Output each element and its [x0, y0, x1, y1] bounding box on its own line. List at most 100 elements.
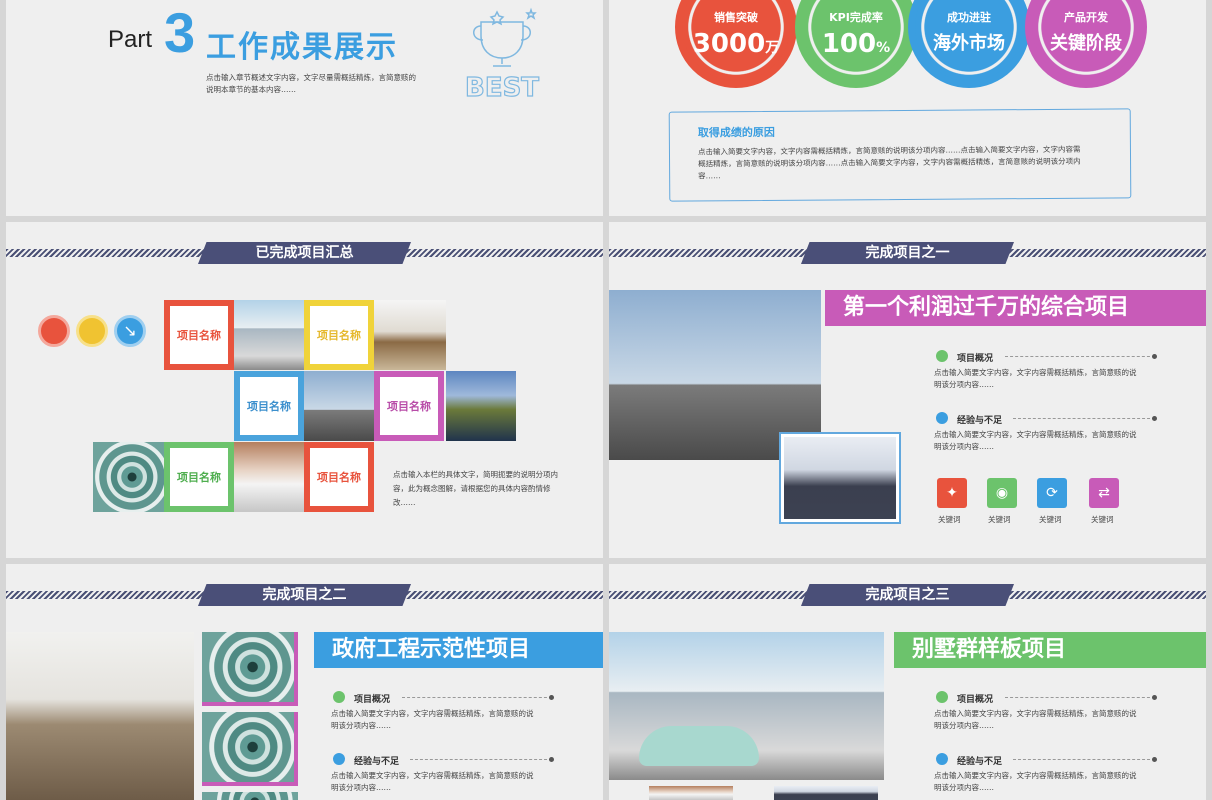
overview-title: 项目概况	[354, 695, 391, 705]
experience-divider	[410, 757, 554, 762]
achievement-circle: 销售突破 3000万	[675, 0, 797, 88]
keyword-label: 关键词	[1091, 515, 1114, 524]
project-headline: 别墅群样板项目	[894, 632, 1206, 668]
achievement-number: 关键阶段	[1050, 33, 1122, 54]
project-box[interactable]: 项目名称	[374, 371, 444, 441]
small-photo	[649, 786, 733, 800]
overview-text: 点击输入简要文字内容，文字内容需概括精炼，言简意赅的说 明该分项内容……	[934, 367, 1137, 391]
medal-icon	[76, 315, 108, 347]
slide-achievements[interactable]: 销售突破 3000万 KPI完成率 100% 成功进驻 海外市场 产品开发 关键阶段 取得成绩…	[609, 0, 1206, 216]
project-photo	[93, 442, 164, 512]
reason-text: 点击输入简要文字内容，文字内容需概括精炼，言简意赅的说明该分项内容……点击输入简…	[698, 144, 1081, 183]
title-banner: 完成项目之一	[609, 242, 1206, 264]
achievement-unit: 万	[765, 40, 780, 56]
experience-text-line: 明该分项内容……	[934, 442, 994, 451]
experience-divider	[1013, 757, 1157, 762]
achievement-value: 3000万	[682, 29, 790, 59]
refresh-icon[interactable]: ⟳	[1037, 478, 1067, 508]
achievement-circle: 产品开发 关键阶段	[1025, 0, 1147, 88]
slide-project-three[interactable]: 完成项目之三 别墅群样板项目 项目概况 点击输入简要文字内容，文字内容需概括精炼…	[609, 564, 1206, 800]
staircase-photo	[202, 712, 298, 786]
title-banner: 已完成项目汇总	[6, 242, 603, 264]
overview-text-line: 明该分项内容……	[331, 721, 391, 730]
reason-box: 取得成绩的原因 点击输入简要文字内容，文字内容需概括精炼，言简意赅的说明该分项内…	[668, 108, 1132, 202]
achievement-value: 100%	[802, 29, 910, 59]
alarm-clock-icon	[38, 315, 70, 347]
section-title: 工作成果展示	[206, 30, 398, 65]
overview-text-line: 明该分项内容……	[934, 380, 994, 389]
twitter-icon[interactable]: ✦	[937, 478, 967, 508]
conference-room-photo	[6, 632, 194, 800]
experience-divider	[1013, 416, 1157, 421]
project-box[interactable]: 项目名称	[304, 442, 374, 512]
overview-divider	[1005, 695, 1157, 700]
experience-text-line: 点击输入简要文字内容，文字内容需概括精炼，言简意赅的说	[934, 771, 1137, 780]
overview-divider	[1005, 354, 1157, 359]
banner-stripe-left	[609, 591, 809, 599]
staircase-photo	[202, 632, 298, 706]
banner-stripe-right	[403, 249, 603, 257]
section-description: 点击输入章节概述文字内容，文字尽量需概括精炼，言简意赅的 说明本章节的基本内容……	[206, 72, 416, 96]
achievement-label: 产品开发	[1064, 11, 1108, 24]
achievement-label: 成功进驻	[947, 11, 991, 24]
overview-divider	[402, 695, 554, 700]
slide-part3-title[interactable]: Part 3 工作成果展示 点击输入章节概述文字内容，文字尽量需概括精炼，言简意…	[6, 0, 603, 216]
project-headline: 第一个利润过千万的综合项目	[825, 290, 1206, 326]
experience-text: 点击输入简要文字内容，文字内容需概括精炼，言简意赅的说 明该分项内容……	[331, 770, 534, 794]
achievement-label: KPI完成率	[829, 11, 883, 24]
project-box[interactable]: 项目名称	[164, 300, 234, 370]
part-number: 3	[164, 1, 196, 64]
overview-text: 点击输入简要文字内容，文字内容需概括精炼，言简意赅的说 明该分项内容……	[331, 708, 534, 732]
summary-description-line: 点击输入本栏的具体文字，简明扼要的说明分项内	[393, 470, 558, 479]
project-photo	[374, 300, 446, 370]
summary-description-line: 容，此为概念图解，请根据您的具体内容酌情修	[393, 484, 551, 493]
summary-description-line: 改……	[393, 498, 416, 507]
achievement-number: 3000	[692, 29, 766, 59]
reason-title: 取得成绩的原因	[697, 125, 775, 140]
achievement-value: 海外市场	[915, 29, 1023, 55]
project-photo	[234, 442, 304, 512]
trophy-best-text: BEST	[465, 73, 539, 99]
experience-title: 经验与不足	[957, 416, 1003, 426]
map-pin-icon[interactable]: ◉	[987, 478, 1017, 508]
experience-text: 点击输入简要文字内容，文字内容需概括精炼，言简意赅的说 明该分项内容……	[934, 429, 1137, 453]
title-banner: 完成项目之二	[6, 584, 603, 606]
banner-stripe-left	[6, 249, 206, 257]
summary-description: 点击输入本栏的具体文字，简明扼要的说明分项内 容，此为概念图解，请根据您的具体内…	[393, 468, 558, 510]
project-box[interactable]: 项目名称	[164, 442, 234, 512]
banner-title: 完成项目之二	[198, 584, 411, 606]
achievement-label: 销售突破	[714, 11, 758, 24]
overview-title: 项目概况	[957, 354, 994, 364]
overview-title: 项目概况	[957, 695, 994, 705]
project-photo	[234, 300, 304, 370]
experience-text-line: 明该分项内容……	[934, 783, 994, 792]
shuffle-icon[interactable]: ⇄	[1089, 478, 1119, 508]
overview-text-line: 点击输入简要文字内容，文字内容需概括精炼，言简意赅的说	[934, 709, 1137, 718]
experience-title: 经验与不足	[354, 757, 400, 767]
overview-text-line: 点击输入简要文字内容，文字内容需概括精炼，言简意赅的说	[934, 368, 1137, 377]
overview-text-line: 点击输入简要文字内容，文字内容需概括精炼，言简意赅的说	[331, 709, 534, 718]
achievement-value: 关键阶段	[1032, 29, 1140, 55]
experience-text: 点击输入简要文字内容，文字内容需概括精炼，言简意赅的说 明该分项内容……	[934, 770, 1137, 794]
project-box[interactable]: 项目名称	[234, 371, 304, 441]
achievement-number: 海外市场	[933, 33, 1005, 54]
banner-stripe-left	[609, 249, 809, 257]
banner-title: 已完成项目汇总	[198, 242, 411, 264]
banner-stripe-right	[1006, 591, 1206, 599]
overview-text: 点击输入简要文字内容，文字内容需概括精炼，言简意赅的说 明该分项内容……	[934, 708, 1137, 732]
achievement-unit: %	[876, 40, 891, 56]
slide-project-two[interactable]: 完成项目之二 政府工程示范性项目 项目概况 点击输入简要文字内容，文字内容需概括…	[6, 564, 603, 800]
keyword-label: 关键词	[938, 515, 961, 524]
banner-stripe-right	[403, 591, 603, 599]
keyword-label: 关键词	[988, 515, 1011, 524]
overview-bullet	[936, 350, 948, 362]
banner-stripe-right	[1006, 249, 1206, 257]
slide-project-one[interactable]: 完成项目之一 第一个利润过千万的综合项目 项目概况 点击输入简要文字内容，文字内…	[609, 222, 1206, 558]
achievement-circle: 成功进驻 海外市场	[908, 0, 1030, 88]
experience-title: 经验与不足	[957, 757, 1003, 767]
experience-text-line: 点击输入简要文字内容，文字内容需概括精炼，言简意赅的说	[934, 430, 1137, 439]
overview-bullet	[333, 691, 345, 703]
slide-completed-summary[interactable]: 已完成项目汇总 ↘ 项目名称 项目名称 项目名称 项目名称 项目名称 项目名称 …	[6, 222, 603, 558]
project-box[interactable]: 项目名称	[304, 300, 374, 370]
experience-bullet	[333, 753, 345, 765]
